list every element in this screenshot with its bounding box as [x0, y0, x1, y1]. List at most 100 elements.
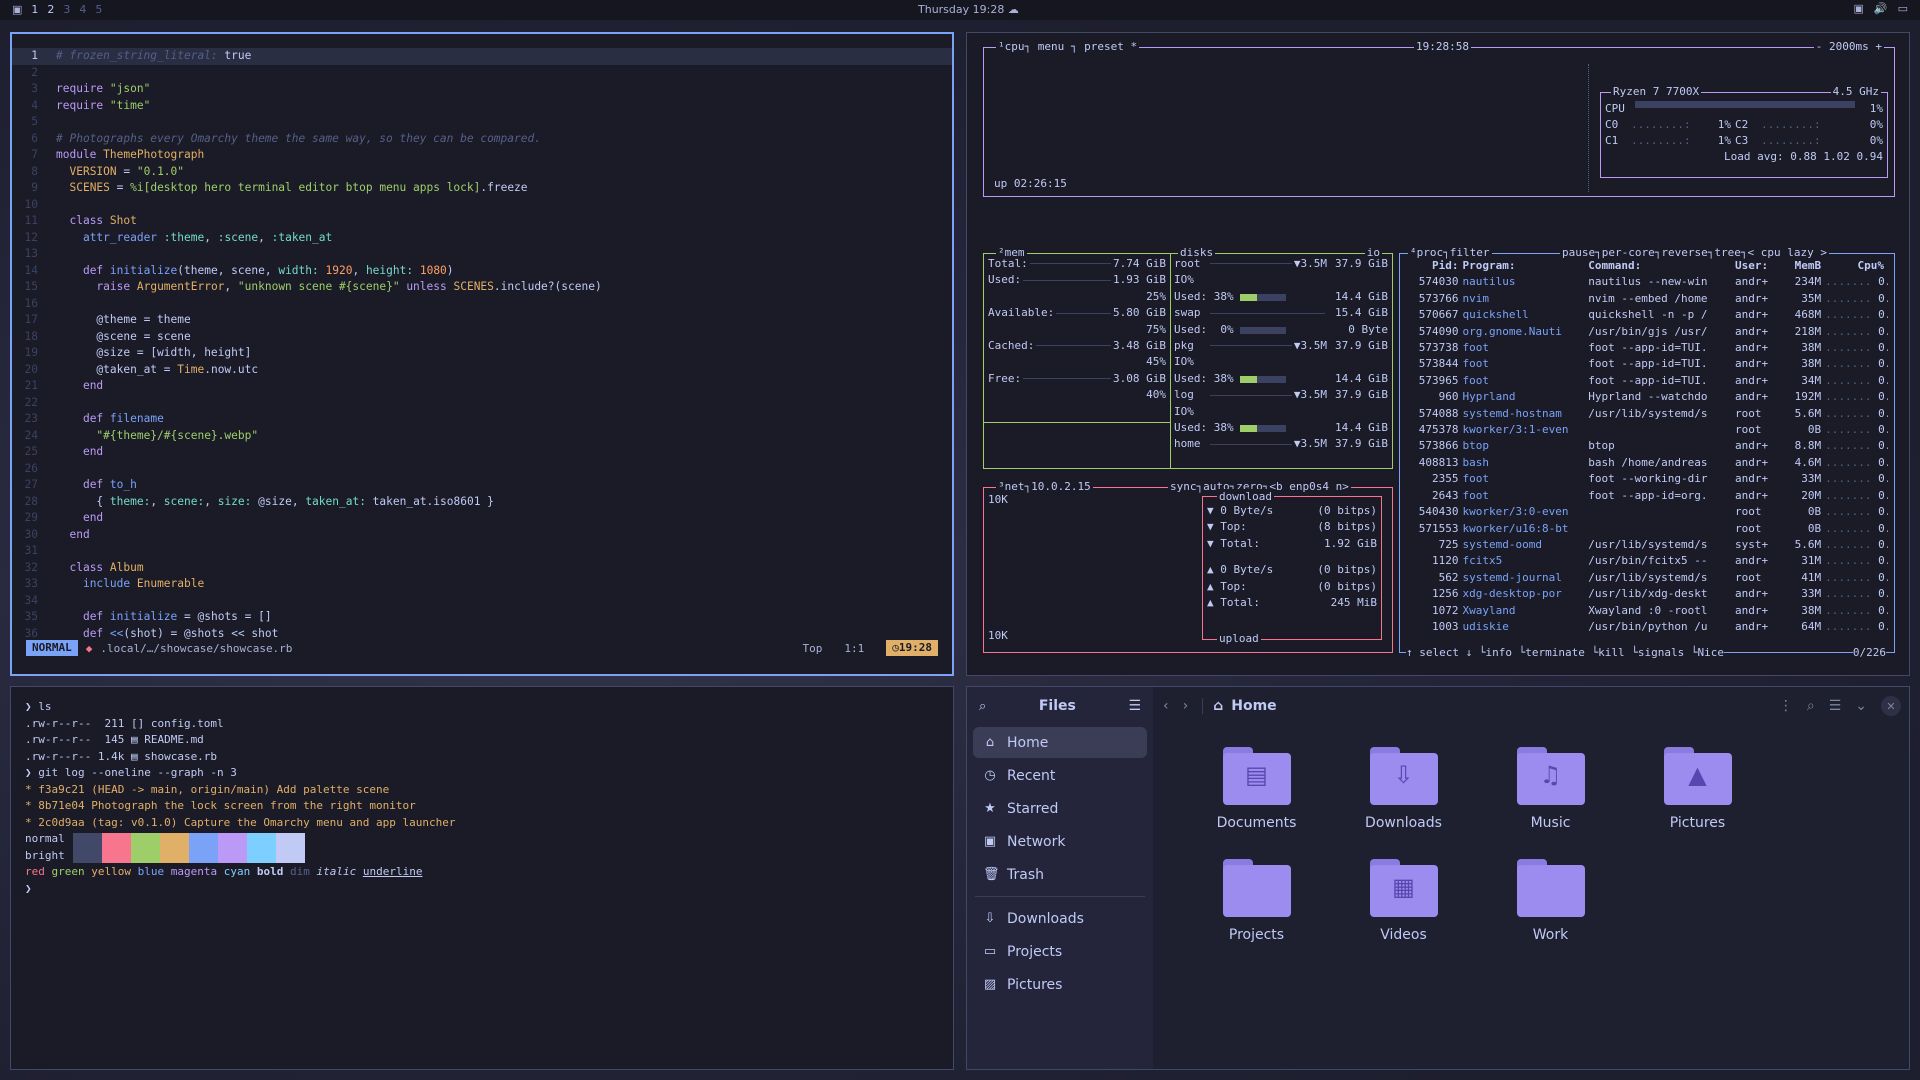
code-line[interactable]: 12 attr_reader :theme, :scene, :taken_at [12, 230, 952, 247]
files-window[interactable]: ⌕ Files ☰ ⌂ Home ◷ Recent ★ Starred ▣ Network 🗑 T… [966, 686, 1910, 1070]
proc-footer-5[interactable]: └Nice [1684, 646, 1724, 659]
proc-footer-3[interactable]: └kill [1585, 646, 1624, 659]
code-editor[interactable]: 1 # frozen_string_literal: true 2 3 require … [12, 48, 952, 642]
terminal-prompt[interactable]: ❯ [11, 881, 953, 898]
process-row[interactable]: 960 Hyprland Hyprland --watchdo andr+ 192M..… [1408, 389, 1888, 405]
proc-header-5[interactable]: Cpu% [1825, 258, 1888, 274]
code-line[interactable]: 35 def initialize = @shots = [] [12, 609, 952, 626]
proc-footer-0[interactable]: ↑ select ↓ [1406, 646, 1472, 659]
folder-music[interactable]: ♫ Music [1477, 747, 1624, 831]
code-line[interactable]: 4 require "time" [12, 98, 952, 115]
workspace-5[interactable]: 5 [95, 3, 102, 16]
folder-pictures[interactable]: ▲ Pictures [1624, 747, 1771, 831]
process-row[interactable]: 570667 quickshell quickshell -n -p / andr+ 4… [1408, 307, 1888, 323]
workspace-2[interactable]: 2 [47, 3, 54, 16]
code-line[interactable]: 22 [12, 395, 952, 412]
code-line[interactable]: 33 include Enumerable [12, 576, 952, 593]
back-icon[interactable]: ‹ [1163, 698, 1169, 714]
code-line[interactable]: 21 end [12, 378, 952, 395]
search-files-icon[interactable]: ⌕ [1807, 698, 1815, 714]
volume-icon[interactable]: 🔊 [1874, 2, 1888, 15]
code-line[interactable]: 29 end [12, 510, 952, 527]
folder-downloads[interactable]: ⇩ Downloads [1330, 747, 1477, 831]
process-row[interactable]: 540430kworker/3:0-even root 0B....... 0.0 [1408, 504, 1888, 520]
breadcrumb[interactable]: ⌂ Home [1202, 698, 1277, 714]
process-row[interactable]: 574090 org.gnome.Nauti/usr/bin/gjs /usr/a… [1408, 324, 1888, 340]
proc-header-3[interactable]: User: [1735, 258, 1781, 274]
process-row[interactable]: 571553kworker/u16:8-bt root 0B....... 0.0 [1408, 521, 1888, 537]
process-row[interactable]: 562 systemd-journal/usr/lib/systemd/s root… [1408, 570, 1888, 586]
sidebar-item-home[interactable]: ⌂ Home [973, 727, 1147, 758]
code-line[interactable]: 27 def to_h [12, 477, 952, 494]
proc-footer-2[interactable]: └terminate [1512, 646, 1585, 659]
process-row[interactable]: 573844 foot foot --app-id=TUI. andr+ 38M....… [1408, 356, 1888, 372]
forward-icon[interactable]: › [1183, 698, 1189, 714]
code-line[interactable]: 23 def filename [12, 411, 952, 428]
menu-button[interactable]: menu [1038, 40, 1065, 53]
process-row[interactable]: 2355 foot foot --working-dir andr+ 33M......… [1408, 471, 1888, 487]
sidebar-item-starred[interactable]: ★ Starred [973, 793, 1147, 824]
process-row[interactable]: 1256 xdg-desktop-por/usr/lib/xdg-deskt and… [1408, 586, 1888, 602]
preset-button[interactable]: preset * [1084, 40, 1137, 53]
code-line[interactable]: 16 [12, 296, 952, 313]
code-line[interactable]: 9 SCENES = %i[desktop hero terminal edit… [12, 180, 952, 197]
sidebar-item-trash[interactable]: 🗑 Trash [973, 859, 1147, 890]
code-line[interactable]: 19 @size = [width, height] [12, 345, 952, 362]
code-line[interactable]: 3 require "json" [12, 81, 952, 98]
proc-footer-4[interactable]: └signals [1625, 646, 1684, 659]
close-icon[interactable]: ✕ [1881, 696, 1901, 716]
process-row[interactable]: 573738 foot foot --app-id=TUI. andr+ 38M....… [1408, 340, 1888, 356]
proc-header-4[interactable]: MemB [1781, 258, 1825, 274]
code-line[interactable]: 14 def initialize(theme, scene, width: 1… [12, 263, 952, 280]
folder-videos[interactable]: ▦ Videos [1330, 859, 1477, 943]
proc-footer-1[interactable]: └info [1472, 646, 1512, 659]
folder-projects[interactable]: Projects [1183, 859, 1330, 943]
sidebar-item-projects[interactable]: ▭ Projects [973, 936, 1147, 967]
code-line[interactable]: 2 [12, 65, 952, 82]
sidebar-item-recent[interactable]: ◷ Recent [973, 760, 1147, 791]
search-icon[interactable]: ⌕ [979, 699, 986, 714]
process-row[interactable]: 573866btopbtopandr+8.8M....... 0.1 [1408, 438, 1888, 454]
code-line[interactable]: 5 [12, 114, 952, 131]
process-row[interactable]: 573766 nvim nvim --embed /home andr+ 35M....… [1408, 291, 1888, 307]
code-line[interactable]: 26 [12, 461, 952, 478]
code-line[interactable]: 31 [12, 543, 952, 560]
code-line[interactable]: 7 module ThemePhotograph [12, 147, 952, 164]
code-line[interactable]: 6 # Photographs every Omarchy theme the s… [12, 131, 952, 148]
process-row[interactable]: 574088 systemd-hostnam/usr/lib/systemd/s r… [1408, 406, 1888, 422]
process-row[interactable]: 475378kworker/3:1-even root 0B....... 0.0 [1408, 422, 1888, 438]
process-row[interactable]: 1120 fcitx5/usr/bin/fcitx5 -- andr+ 31M....… [1408, 553, 1888, 569]
sidebar-item-downloads[interactable]: ⇩ Downloads [973, 903, 1147, 934]
code-line[interactable]: 30 end [12, 527, 952, 544]
sidebar-item-network[interactable]: ▣ Network [973, 826, 1147, 857]
code-line[interactable]: 32 class Album [12, 560, 952, 577]
process-row[interactable]: 573965 foot foot --app-id=TUI. andr+ 34M....… [1408, 373, 1888, 389]
more-options-icon[interactable]: ⋮ [1779, 698, 1793, 714]
code-line[interactable]: 25 end [12, 444, 952, 461]
process-row[interactable]: 1072 Xwayland Xwayland :0 -rootl andr+ 38M..… [1408, 603, 1888, 619]
workspace-4[interactable]: 4 [79, 3, 86, 16]
btop-window[interactable]: ¹cpu┐ menu ┐ preset * 19:28:58 - 2000ms … [966, 32, 1910, 676]
proc-header-2[interactable]: Command: [1588, 258, 1735, 274]
terminal-window[interactable]: ❯ ls .rw-r--r-- 211 [] config.toml .rw-r--… [10, 686, 954, 1070]
code-line[interactable]: 24 "#{theme}/#{scene}.webp" [12, 428, 952, 445]
proc-header-1[interactable]: Program: [1462, 258, 1588, 274]
code-line[interactable]: 20 @taken_at = Time.now.utc [12, 362, 952, 379]
display-icon[interactable]: ▭ [1898, 2, 1908, 15]
window-icon[interactable]: ▣ [1853, 2, 1863, 15]
view-options-icon[interactable]: ⌄ [1855, 698, 1867, 714]
folder-work[interactable]: Work [1477, 859, 1624, 943]
workspace-overview-icon[interactable]: ▣ [12, 3, 22, 16]
code-line[interactable]: 13 [12, 246, 952, 263]
process-row[interactable]: 725 systemd-oomd/usr/lib/systemd/s syst+ 5.… [1408, 537, 1888, 553]
code-line[interactable]: 15 raise ArgumentError, "unknown scene #… [12, 279, 952, 296]
clock[interactable]: Thursday 19:28 ☁ [918, 3, 1019, 16]
sidebar-item-pictures[interactable]: ▨ Pictures [973, 969, 1147, 1000]
code-line[interactable]: 17 @theme = theme [12, 312, 952, 329]
proc-header-0[interactable]: Pid: [1408, 258, 1462, 274]
code-line[interactable]: 10 [12, 197, 952, 214]
code-line[interactable]: 11 class Shot [12, 213, 952, 230]
sync-button[interactable]: sync [1170, 480, 1197, 493]
view-list-icon[interactable]: ☰ [1829, 698, 1842, 714]
workspace-3[interactable]: 3 [63, 3, 70, 16]
